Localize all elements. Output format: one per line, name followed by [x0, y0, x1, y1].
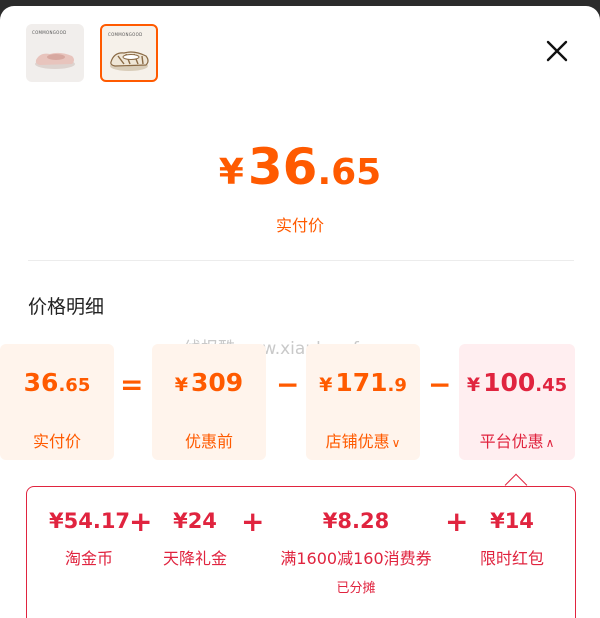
- card-value: 36.65: [23, 368, 91, 397]
- original-price-card: ¥309 优惠前: [152, 344, 266, 460]
- discount-amount: ¥54.17: [49, 509, 131, 533]
- card-value: ¥309: [174, 368, 244, 397]
- card-label: 店铺优惠 ∨: [325, 432, 401, 451]
- discount-amount: ¥8.28: [322, 509, 390, 533]
- minus-sign: −: [276, 368, 300, 401]
- discount-item: ¥24 天降礼金: [149, 509, 241, 569]
- card-label: 优惠前: [184, 432, 233, 451]
- section-title: 价格明细: [28, 296, 105, 318]
- thumbnail-brand: COMMONGOOD: [108, 32, 143, 37]
- discount-amount: ¥24: [173, 509, 217, 533]
- discount-item: ¥54.17 淘金币: [49, 509, 131, 569]
- product-thumbnail-2[interactable]: COMMONGOOD: [100, 24, 158, 82]
- currency-symbol: ¥: [218, 152, 244, 193]
- final-price-label: 实付价: [275, 216, 324, 235]
- price-detail-sheet: COMMONGOOD COMMONGOOD ¥36.65 实付价 价格明细 线报…: [0, 6, 600, 618]
- shop-discount-card[interactable]: ¥171.9 店铺优惠 ∨: [306, 344, 420, 460]
- plus-sign: +: [445, 505, 469, 538]
- final-price: ¥36.65: [0, 138, 600, 196]
- price-integer: 36: [247, 138, 318, 196]
- chevron-down-icon: ∨: [391, 436, 401, 450]
- discount-amount: ¥14: [490, 509, 534, 533]
- equals-sign: =: [120, 368, 144, 401]
- platform-discount-card[interactable]: ¥100.45 平台优惠 ∧: [459, 344, 575, 460]
- chevron-up-icon: ∧: [545, 436, 555, 450]
- card-value: ¥171.9: [319, 368, 407, 397]
- close-button[interactable]: [544, 38, 570, 64]
- card-label: 实付价: [32, 432, 81, 451]
- discount-name: 淘金币: [64, 549, 113, 568]
- thumbnail-brand: COMMONGOOD: [32, 30, 67, 35]
- discount-name: 天降礼金: [162, 549, 227, 568]
- discount-item: ¥8.28 满1600减160消费券 已分摊: [267, 509, 445, 596]
- card-label: 平台优惠 ∧: [479, 432, 555, 451]
- minus-sign: −: [428, 368, 452, 401]
- platform-discount-details: ¥54.17 淘金币 + ¥24 天降礼金 + ¥8.28 满1600减160消…: [26, 486, 576, 618]
- price-decimal: .65: [317, 152, 382, 193]
- discount-item: ¥14 限时红包: [467, 509, 557, 569]
- divider: [28, 260, 574, 261]
- actual-price-card: 36.65 实付价: [0, 344, 114, 460]
- product-thumbnail-1[interactable]: COMMONGOOD: [26, 24, 84, 82]
- card-value: ¥100.45: [466, 368, 568, 397]
- discount-name: 限时红包: [479, 549, 544, 568]
- close-icon: [546, 40, 568, 62]
- discount-name: 满1600减160消费券: [280, 549, 432, 568]
- plus-sign: +: [241, 505, 265, 538]
- discount-note: 已分摊: [336, 581, 376, 596]
